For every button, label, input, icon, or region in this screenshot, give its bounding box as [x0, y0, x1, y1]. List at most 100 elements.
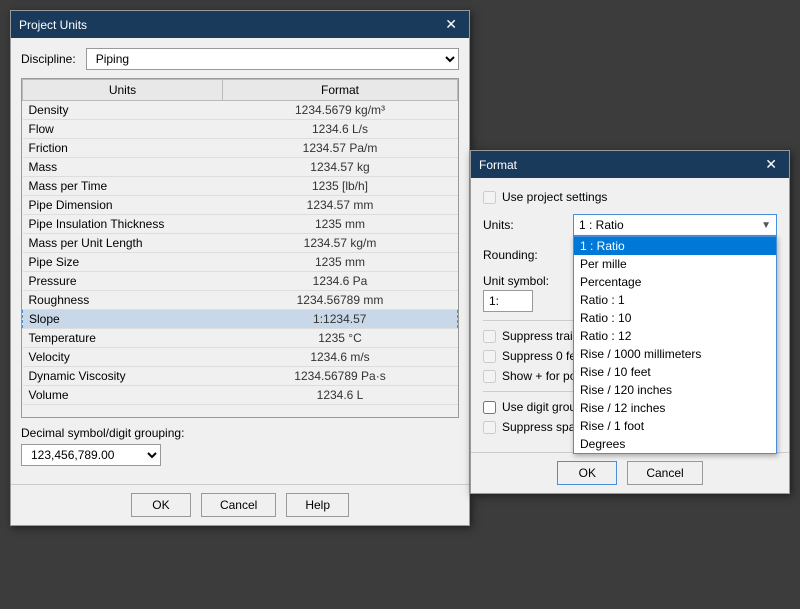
- main-dialog: Project Units ✕ Discipline: Piping Units…: [10, 10, 470, 526]
- decimal-select[interactable]: 123,456,789.00: [21, 444, 161, 466]
- main-dialog-body: Discipline: Piping Units Format Density1…: [11, 38, 469, 484]
- unit-name-cell: Flow: [23, 120, 223, 139]
- table-row[interactable]: Pipe Size1235 mm: [23, 253, 458, 272]
- discipline-row: Discipline: Piping: [21, 48, 459, 70]
- table-row[interactable]: Mass1234.57 kg: [23, 158, 458, 177]
- suppress-trailing-checkbox[interactable]: [483, 330, 496, 343]
- dropdown-item[interactable]: Rise / 1 foot: [574, 417, 776, 435]
- units-table: Units Format Density1234.5679 kg/m³Flow1…: [22, 79, 458, 405]
- units-label: Units:: [483, 218, 573, 232]
- table-row[interactable]: Slope1:1234.57: [23, 310, 458, 329]
- table-row[interactable]: Velocity1234.6 m/s: [23, 348, 458, 367]
- dropdown-item[interactable]: Rise / 120 inches: [574, 381, 776, 399]
- show-plus-checkbox[interactable]: [483, 370, 496, 383]
- unit-name-cell: Friction: [23, 139, 223, 158]
- format-dialog-close-button[interactable]: ✕: [761, 156, 781, 173]
- unit-format-cell: 1234.6 L/s: [223, 120, 458, 139]
- unit-name-cell: Dynamic Viscosity: [23, 367, 223, 386]
- unit-name-cell: Density: [23, 101, 223, 120]
- use-project-settings-checkbox[interactable]: [483, 191, 496, 204]
- unit-name-cell: Roughness: [23, 291, 223, 310]
- col-header-format: Format: [223, 80, 458, 101]
- decimal-group: Decimal symbol/digit grouping: 123,456,7…: [21, 426, 459, 466]
- unit-format-cell: 1234.6 L: [223, 386, 458, 405]
- use-project-settings-label: Use project settings: [502, 190, 607, 204]
- unit-name-cell: Slope: [23, 310, 223, 329]
- table-row[interactable]: Dynamic Viscosity1234.56789 Pa·s: [23, 367, 458, 386]
- table-row[interactable]: Temperature1235 °C: [23, 329, 458, 348]
- units-dropdown-container: 1 : Ratio ▼ 1 : RatioPer millePercentage…: [573, 214, 777, 236]
- main-dialog-close-button[interactable]: ✕: [441, 16, 461, 33]
- unit-format-cell: 1235 mm: [223, 253, 458, 272]
- format-ok-button[interactable]: OK: [557, 461, 617, 485]
- table-row[interactable]: Friction1234.57 Pa/m: [23, 139, 458, 158]
- table-row[interactable]: Pressure1234.6 Pa: [23, 272, 458, 291]
- unit-format-cell: 1235 mm: [223, 215, 458, 234]
- dropdown-arrow-icon: ▼: [761, 220, 771, 231]
- units-row: Units: 1 : Ratio ▼ 1 : RatioPer millePer…: [483, 214, 777, 236]
- main-cancel-button[interactable]: Cancel: [201, 493, 276, 517]
- dropdown-item[interactable]: Percentage: [574, 273, 776, 291]
- unit-name-cell: Pipe Dimension: [23, 196, 223, 215]
- unit-format-cell: 1234.57 mm: [223, 196, 458, 215]
- table-row[interactable]: Mass per Time1235 [lb/h]: [23, 177, 458, 196]
- unit-format-cell: 1234.57 kg/m: [223, 234, 458, 253]
- table-header-row: Units Format: [23, 80, 458, 101]
- decimal-label: Decimal symbol/digit grouping:: [21, 426, 459, 440]
- unit-format-cell: 1235 [lb/h]: [223, 177, 458, 196]
- dropdown-item[interactable]: Ratio : 10: [574, 309, 776, 327]
- unit-name-cell: Temperature: [23, 329, 223, 348]
- table-row[interactable]: Roughness1234.56789 mm: [23, 291, 458, 310]
- unit-symbol-input[interactable]: [483, 290, 533, 312]
- table-row[interactable]: Volume1234.6 L: [23, 386, 458, 405]
- dropdown-item[interactable]: Rise / 12 inches: [574, 399, 776, 417]
- dropdown-item[interactable]: Ratio : 1: [574, 291, 776, 309]
- unit-format-cell: 1234.57 Pa/m: [223, 139, 458, 158]
- dropdown-item[interactable]: Rise / 1000 millimeters: [574, 345, 776, 363]
- suppress-spaces-checkbox[interactable]: [483, 421, 496, 434]
- table-row[interactable]: Density1234.5679 kg/m³: [23, 101, 458, 120]
- discipline-label: Discipline:: [21, 52, 76, 66]
- table-row[interactable]: Flow1234.6 L/s: [23, 120, 458, 139]
- col-header-units: Units: [23, 80, 223, 101]
- dropdown-item[interactable]: Per mille: [574, 255, 776, 273]
- main-dialog-title: Project Units: [19, 18, 87, 32]
- dropdown-item[interactable]: Ratio : 12: [574, 327, 776, 345]
- format-body: Use project settings Units: 1 : Ratio ▼ …: [471, 178, 789, 452]
- format-cancel-button[interactable]: Cancel: [627, 461, 702, 485]
- format-dialog-title: Format: [479, 158, 517, 172]
- discipline-select[interactable]: Piping: [86, 48, 459, 70]
- unit-name-cell: Mass per Unit Length: [23, 234, 223, 253]
- unit-name-cell: Pipe Size: [23, 253, 223, 272]
- table-row[interactable]: Pipe Dimension1234.57 mm: [23, 196, 458, 215]
- unit-format-cell: 1234.56789 mm: [223, 291, 458, 310]
- format-dialog-titlebar: Format ✕: [471, 151, 789, 178]
- rounding-label: Rounding:: [483, 248, 573, 262]
- dropdown-item[interactable]: Degrees: [574, 435, 776, 453]
- unit-format-cell: 1234.5679 kg/m³: [223, 101, 458, 120]
- unit-format-cell: 1:1234.57: [223, 310, 458, 329]
- main-help-button[interactable]: Help: [286, 493, 349, 517]
- unit-name-cell: Velocity: [23, 348, 223, 367]
- unit-name-cell: Volume: [23, 386, 223, 405]
- table-row[interactable]: Pipe Insulation Thickness1235 mm: [23, 215, 458, 234]
- digit-grouping-checkbox[interactable]: [483, 401, 496, 414]
- main-dialog-titlebar: Project Units ✕: [11, 11, 469, 38]
- unit-name-cell: Mass: [23, 158, 223, 177]
- dropdown-item[interactable]: 1 : Ratio: [574, 237, 776, 255]
- suppress-0-feet-checkbox[interactable]: [483, 350, 496, 363]
- unit-name-cell: Mass per Time: [23, 177, 223, 196]
- units-dropdown-list: 1 : RatioPer millePercentageRatio : 1Rat…: [573, 236, 777, 454]
- unit-format-cell: 1234.6 Pa: [223, 272, 458, 291]
- main-ok-button[interactable]: OK: [131, 493, 191, 517]
- table-row[interactable]: Mass per Unit Length1234.57 kg/m: [23, 234, 458, 253]
- main-dialog-footer: OK Cancel Help: [11, 484, 469, 525]
- unit-format-cell: 1234.6 m/s: [223, 348, 458, 367]
- format-dialog: Format ✕ Use project settings Units: 1 :…: [470, 150, 790, 494]
- unit-name-cell: Pressure: [23, 272, 223, 291]
- unit-format-cell: 1234.56789 Pa·s: [223, 367, 458, 386]
- dropdown-item[interactable]: Rise / 10 feet: [574, 363, 776, 381]
- unit-format-cell: 1235 °C: [223, 329, 458, 348]
- units-table-container: Units Format Density1234.5679 kg/m³Flow1…: [21, 78, 459, 418]
- units-dropdown-selected[interactable]: 1 : Ratio ▼: [573, 214, 777, 236]
